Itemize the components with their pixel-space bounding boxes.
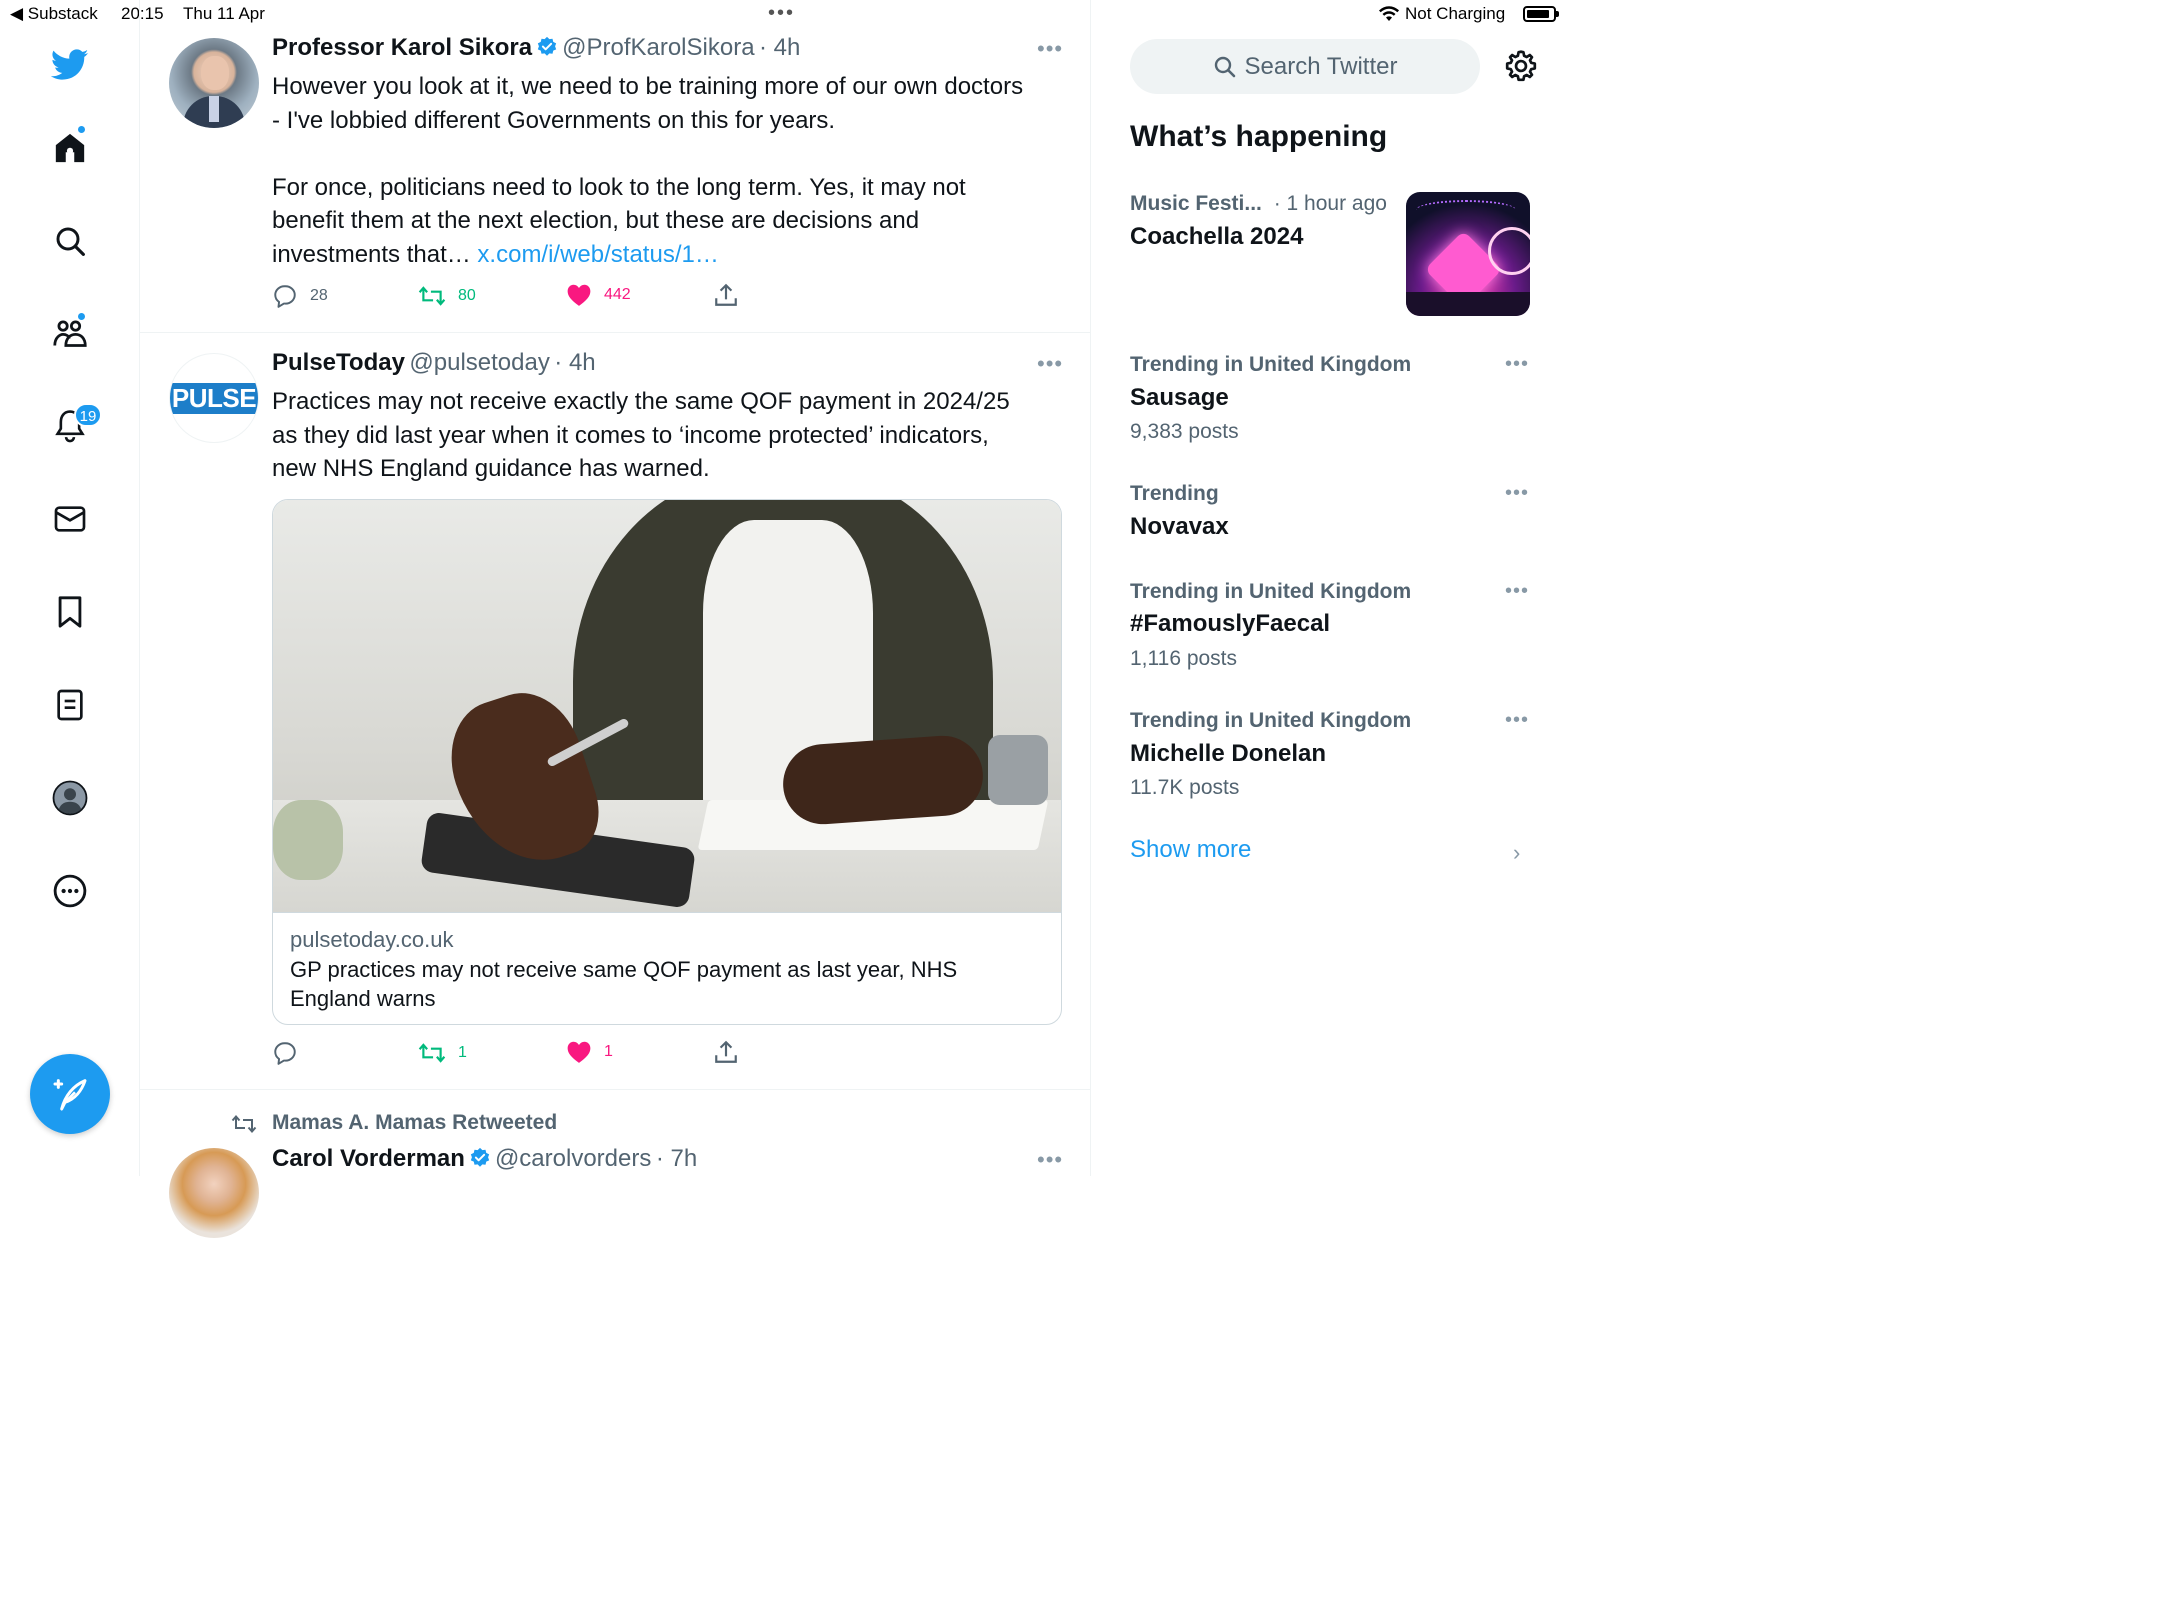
featured-trend-name[interactable]: Coachella 2024	[1130, 223, 1303, 251]
share-button[interactable]	[713, 282, 751, 308]
wifi-icon	[1378, 6, 1400, 27]
tweet-header: Professor Karol Sikora @ProfKarolSikora ·…	[272, 34, 800, 63]
settings-gear-icon[interactable]	[1503, 48, 1539, 89]
tweet-timestamp[interactable]: · 4h	[759, 34, 800, 61]
share-icon	[715, 1040, 737, 1063]
tweet-timestamp[interactable]: · 4h	[554, 349, 595, 376]
reply-count: 28	[310, 287, 328, 304]
trend-context: Trending	[1130, 482, 1219, 505]
link-preview-meta: pulsetoday.co.uk GP practices may not re…	[273, 912, 1061, 1024]
retweet-count: 1	[458, 1044, 467, 1061]
like-button[interactable]: 442	[566, 283, 631, 307]
trend-name[interactable]: #FamouslyFaecal	[1130, 610, 1330, 638]
pulse-logo: PULSE	[170, 382, 258, 414]
like-count: 442	[604, 286, 631, 303]
tweet-author-name[interactable]: Professor Karol Sikora	[272, 34, 532, 61]
tweet-timestamp[interactable]: · 7h	[656, 1145, 697, 1172]
trend-name[interactable]: Michelle Donelan	[1130, 740, 1326, 768]
retweet-icon	[418, 286, 446, 306]
heart-filled-icon	[567, 284, 591, 306]
link-preview-title: GP practices may not receive same QOF pa…	[290, 957, 958, 1011]
more-icon[interactable]	[50, 871, 90, 911]
retweeted-by-label[interactable]: Mamas A. Mamas Retweeted	[272, 1111, 557, 1135]
trend-post-count: 9,383 posts	[1130, 420, 1239, 443]
tweet-more-options-icon[interactable]: •••	[1037, 36, 1063, 62]
reply-button[interactable]: 28	[272, 283, 328, 309]
reply-icon	[274, 285, 296, 308]
battery-icon	[1523, 6, 1559, 22]
trend-more-options-icon[interactable]: •••	[1505, 580, 1529, 603]
tweet-link[interactable]: x.com/i/web/status/1…	[477, 241, 718, 268]
retweet-count: 80	[458, 287, 476, 304]
twitter-logo-icon[interactable]	[50, 45, 90, 85]
communities-unread-dot	[77, 312, 86, 321]
retweeted-by-icon	[230, 1112, 258, 1141]
search-icon	[1214, 56, 1235, 77]
profile-icon[interactable]	[50, 778, 90, 818]
share-button[interactable]	[713, 1039, 751, 1065]
tweet-author-name[interactable]: Carol Vorderman	[272, 1145, 465, 1172]
trend-post-count: 1,116 posts	[1130, 647, 1238, 670]
charging-status: Not Charging	[1405, 4, 1506, 23]
trend-more-options-icon[interactable]: •••	[1505, 353, 1529, 376]
share-icon	[715, 283, 737, 306]
reply-icon	[274, 1042, 296, 1065]
verified-badge-icon	[469, 1147, 491, 1174]
tweet-author-name[interactable]: PulseToday	[272, 349, 405, 376]
trend-more-options-icon[interactable]: •••	[1505, 482, 1529, 505]
pulse-avatar[interactable]: PULSE	[169, 353, 259, 443]
search-box[interactable]: Search Twitter	[1130, 39, 1480, 94]
trend-name[interactable]: Sausage	[1130, 384, 1229, 412]
show-more-link[interactable]: Show more	[1130, 836, 1251, 864]
trend-context: Trending in United Kingdom	[1130, 709, 1412, 732]
tweet-author-handle[interactable]: @pulsetoday	[409, 349, 549, 376]
tweet-divider	[140, 1089, 1091, 1090]
featured-trend-age: · 1 hour ago	[1273, 192, 1387, 215]
lists-icon[interactable]	[50, 685, 90, 725]
link-preview-domain: pulsetoday.co.uk	[290, 927, 454, 952]
home-unread-dot	[77, 125, 86, 134]
messages-icon[interactable]	[50, 499, 90, 539]
like-button[interactable]: 1	[566, 1040, 613, 1064]
bookmarks-icon[interactable]	[50, 592, 90, 632]
left-navigation: 19	[0, 0, 140, 1176]
tweet-text: However you look at it, we need to be tr…	[272, 73, 1024, 268]
search-icon[interactable]	[50, 221, 90, 261]
link-preview-image	[273, 500, 1061, 912]
trend-post-count: 11.7K posts	[1130, 776, 1240, 799]
search-placeholder: Search Twitter	[1244, 52, 1398, 80]
trend-name[interactable]: Novavax	[1130, 513, 1229, 541]
tweet-more-options-icon[interactable]: •••	[1037, 351, 1063, 377]
retweet-icon	[418, 1043, 446, 1063]
reply-button[interactable]	[272, 1040, 310, 1066]
link-preview-card[interactable]: pulsetoday.co.uk GP practices may not re…	[272, 499, 1062, 1025]
featured-trend-context: Music Festi... · 1 hour ago	[1130, 192, 1387, 215]
notifications-count-badge: 19	[74, 403, 102, 427]
compose-icon	[53, 1079, 87, 1111]
whats-happening-title: What’s happening	[1130, 120, 1388, 153]
trend-more-options-icon[interactable]: •••	[1505, 709, 1529, 732]
trend-context: Trending in United Kingdom	[1130, 580, 1412, 603]
tweet-divider	[140, 332, 1091, 333]
tweet-text: Practices may not receive exactly the sa…	[272, 388, 1010, 483]
retweet-button[interactable]: 80	[418, 283, 476, 309]
tweet-author-handle[interactable]: @carolvorders	[495, 1145, 651, 1172]
heart-filled-icon	[567, 1041, 591, 1063]
tweet-more-options-icon[interactable]: •••	[1037, 1147, 1063, 1173]
chevron-right-icon[interactable]: ›	[1513, 840, 1520, 866]
home-icon[interactable]	[50, 128, 90, 168]
tweet-author-handle[interactable]: @ProfKarolSikora	[562, 34, 754, 61]
tweet-header: Carol Vorderman @carolvorders · 7h	[272, 1145, 697, 1174]
retweet-button[interactable]: 1	[418, 1040, 467, 1066]
tweet-author-avatar[interactable]	[169, 38, 259, 128]
tweet-header: PulseToday @pulsetoday · 4h	[272, 349, 596, 377]
verified-badge-icon	[536, 36, 558, 63]
tweet-author-avatar[interactable]	[169, 1148, 259, 1238]
like-count: 1	[604, 1043, 613, 1060]
featured-trend-image[interactable]	[1406, 192, 1530, 316]
compose-tweet-button[interactable]	[30, 1054, 110, 1134]
trend-context: Trending in United Kingdom	[1130, 353, 1412, 376]
